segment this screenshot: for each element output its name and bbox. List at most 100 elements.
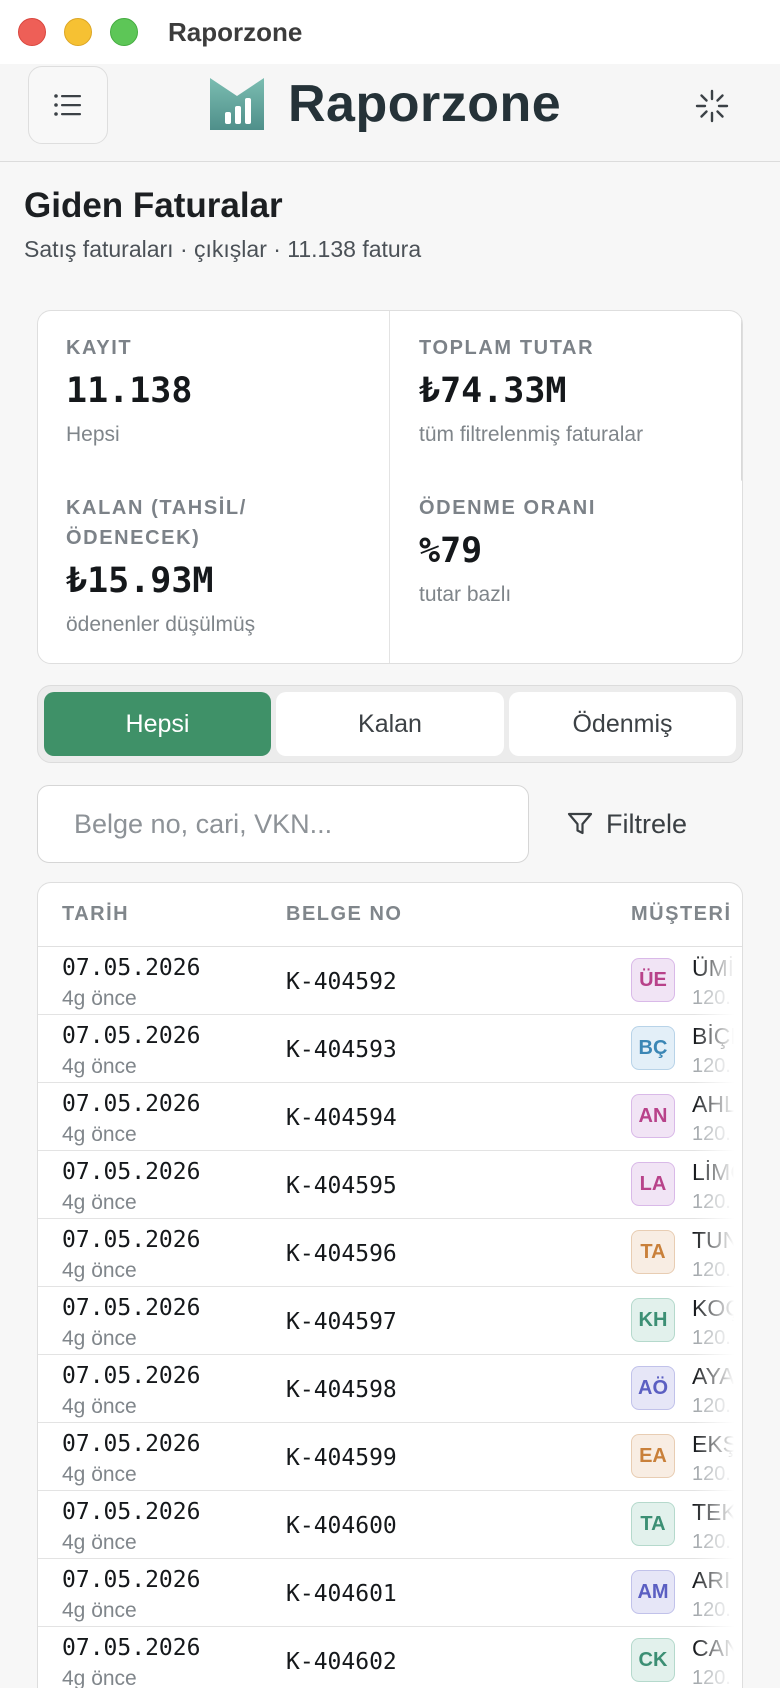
stats-card: KAYIT 11.138 Hepsi TOPLAM TUTAR ₺74.33M … bbox=[37, 310, 743, 664]
customer-avatar: BÇ bbox=[631, 1026, 675, 1070]
stat-records-label: KAYIT bbox=[66, 337, 133, 359]
zoom-window-button[interactable] bbox=[110, 18, 138, 46]
row-date: 07.05.2026 bbox=[62, 1363, 201, 1389]
stats-scrollbar[interactable] bbox=[741, 317, 742, 481]
stat-remaining: KALAN (TAHSİL/ ÖDENECEK) ₺15.93M ödenenl… bbox=[66, 493, 306, 637]
row-relative-time: 4g önce bbox=[62, 1463, 137, 1486]
customer-name: ÜMİ bbox=[692, 955, 735, 981]
table-row[interactable]: 07.05.2026 4g önce K-404602 CK CAN 120. bbox=[38, 1627, 742, 1688]
table-row[interactable]: 07.05.2026 4g önce K-404597 KH KOÇ 120. bbox=[38, 1287, 742, 1355]
table-row[interactable]: 07.05.2026 4g önce K-404596 TA TUN 120. bbox=[38, 1219, 742, 1287]
loader-icon[interactable] bbox=[694, 88, 730, 124]
row-document-number: K-404598 bbox=[286, 1377, 397, 1403]
stat-remaining-note: ödenenler düşülmüş bbox=[66, 613, 256, 636]
row-relative-time: 4g önce bbox=[62, 1055, 137, 1078]
customer-account-code: 120. bbox=[692, 1327, 731, 1349]
stat-paid-ratio-value: %79 bbox=[419, 531, 483, 571]
row-date: 07.05.2026 bbox=[62, 1295, 201, 1321]
customer-account-code: 120. bbox=[692, 1463, 731, 1485]
stats-divider bbox=[389, 311, 390, 663]
row-document-number: K-404593 bbox=[286, 1037, 397, 1063]
window-title: Raporzone bbox=[168, 17, 303, 47]
row-document-number: K-404596 bbox=[286, 1241, 397, 1267]
row-relative-time: 4g önce bbox=[62, 1123, 137, 1146]
customer-name: KOÇ bbox=[692, 1295, 742, 1321]
menu-icon bbox=[54, 94, 81, 116]
invoice-table: TARİH BELGE NO MÜŞTERİ 07.05.2026 4g önce… bbox=[37, 882, 743, 1688]
customer-name: AYA bbox=[692, 1363, 735, 1389]
table-row[interactable]: 07.05.2026 4g önce K-404601 AM ARI 120. bbox=[38, 1559, 742, 1627]
bar-chart-logo-icon bbox=[210, 78, 264, 130]
customer-avatar: TA bbox=[631, 1230, 675, 1274]
row-document-number: K-404592 bbox=[286, 969, 397, 995]
customer-name: AHL bbox=[692, 1091, 737, 1117]
stat-remaining-label: KALAN (TAHSİL/ ÖDENECEK) bbox=[66, 497, 247, 549]
row-relative-time: 4g önce bbox=[62, 1327, 137, 1350]
table-row[interactable]: 07.05.2026 4g önce K-404595 LA LİMO 120. bbox=[38, 1151, 743, 1219]
title-bar: Raporzone bbox=[0, 0, 780, 64]
customer-avatar: ÜE bbox=[631, 958, 675, 1002]
customer-name: TEK bbox=[692, 1499, 737, 1525]
tab-paid[interactable]: Ödenmiş bbox=[509, 692, 736, 756]
customer-avatar: AÖ bbox=[631, 1366, 675, 1410]
page-title: Giden Faturalar bbox=[24, 186, 283, 225]
table-row[interactable]: 07.05.2026 4g önce K-404599 EA EKŞ 120. bbox=[38, 1423, 742, 1491]
search-input[interactable] bbox=[37, 785, 529, 863]
row-relative-time: 4g önce bbox=[62, 1259, 137, 1282]
stat-paid-ratio-label: ÖDENME ORANI bbox=[419, 497, 596, 519]
stat-paid-ratio: ÖDENME ORANI %79 tutar bazlı bbox=[419, 493, 739, 607]
tab-all[interactable]: Hepsi bbox=[44, 692, 271, 756]
row-date: 07.05.2026 bbox=[62, 1227, 201, 1253]
row-document-number: K-404602 bbox=[286, 1649, 397, 1675]
table-row[interactable]: 07.05.2026 4g önce K-404594 AN AHL 120. bbox=[38, 1083, 742, 1151]
row-document-number: K-404597 bbox=[286, 1309, 397, 1335]
minimize-window-button[interactable] bbox=[64, 18, 92, 46]
table-row[interactable]: 07.05.2026 4g önce K-404592 ÜE ÜMİ 120. bbox=[38, 947, 742, 1015]
customer-name: BİÇE bbox=[692, 1023, 743, 1049]
close-window-button[interactable] bbox=[18, 18, 46, 46]
customer-avatar: KH bbox=[631, 1298, 675, 1342]
column-header-doc-no[interactable]: BELGE NO bbox=[286, 903, 402, 926]
tab-remaining[interactable]: Kalan bbox=[276, 692, 504, 756]
row-date: 07.05.2026 bbox=[62, 955, 201, 981]
row-document-number: K-404601 bbox=[286, 1581, 397, 1607]
customer-name: CAN bbox=[692, 1635, 741, 1661]
customer-account-code: 120. bbox=[692, 1123, 731, 1145]
row-date: 07.05.2026 bbox=[62, 1091, 201, 1117]
table-row[interactable]: 07.05.2026 4g önce K-404600 TA TEK 120. bbox=[38, 1491, 742, 1559]
app-window: Raporzone Raporzone Giden Faturalar Satı… bbox=[0, 0, 780, 1688]
customer-avatar: LA bbox=[631, 1162, 675, 1206]
table-row[interactable]: 07.05.2026 4g önce K-404598 AÖ AYA 120. bbox=[38, 1355, 742, 1423]
customer-account-code: 120. bbox=[692, 1259, 731, 1281]
stat-records-note: Hepsi bbox=[66, 423, 120, 446]
column-header-customer[interactable]: MÜŞTERİ bbox=[631, 903, 732, 926]
stat-records-value: 11.138 bbox=[66, 371, 193, 411]
customer-avatar: CK bbox=[631, 1638, 675, 1682]
row-relative-time: 4g önce bbox=[62, 1667, 137, 1688]
app-header: Raporzone bbox=[0, 64, 780, 162]
customer-account-code: 120. bbox=[692, 1667, 731, 1688]
brand-name: Raporzone bbox=[288, 75, 562, 133]
filter-button[interactable]: Filtrele bbox=[566, 790, 716, 858]
row-relative-time: 4g önce bbox=[62, 1395, 137, 1418]
row-date: 07.05.2026 bbox=[62, 1567, 201, 1593]
customer-name: ARI bbox=[692, 1567, 731, 1593]
stat-paid-ratio-note: tutar bazlı bbox=[419, 583, 512, 606]
row-date: 07.05.2026 bbox=[62, 1023, 201, 1049]
customer-name: TUN bbox=[692, 1227, 740, 1253]
row-document-number: K-404595 bbox=[286, 1173, 397, 1199]
row-date: 07.05.2026 bbox=[62, 1431, 201, 1457]
customer-name: LİMO bbox=[692, 1159, 743, 1185]
customer-name: EKŞ bbox=[692, 1431, 739, 1457]
table-row[interactable]: 07.05.2026 4g önce K-404593 BÇ BİÇE 120. bbox=[38, 1015, 743, 1083]
stat-total-value: ₺74.33M bbox=[419, 371, 567, 411]
row-date: 07.05.2026 bbox=[62, 1499, 201, 1525]
row-date: 07.05.2026 bbox=[62, 1159, 201, 1185]
menu-button[interactable] bbox=[28, 66, 108, 144]
customer-avatar: AM bbox=[631, 1570, 675, 1614]
column-header-date[interactable]: TARİH bbox=[62, 903, 129, 926]
table-header: TARİH BELGE NO MÜŞTERİ bbox=[38, 883, 742, 947]
customer-account-code: 120. bbox=[692, 1055, 731, 1077]
page-subtitle: Satış faturaları · çıkışlar · 11.138 fat… bbox=[24, 236, 422, 262]
row-date: 07.05.2026 bbox=[62, 1635, 201, 1661]
